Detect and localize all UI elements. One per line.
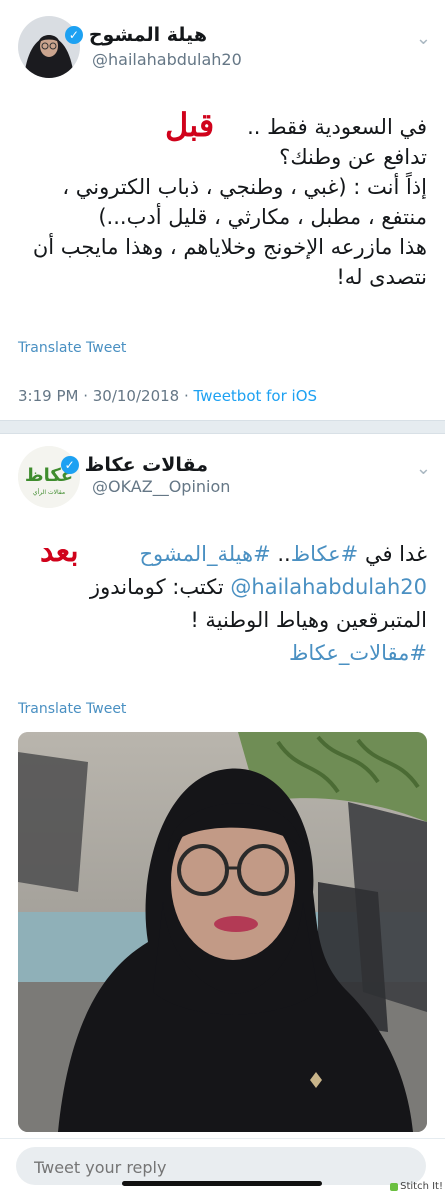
tweet-text: غدا في #عكاظ.. #هيلة_المشوح @hailahabdul… [7, 538, 427, 670]
tweet-line: المتبرقعين وهياط الوطنية ! [190, 608, 427, 632]
verified-badge-icon: ✓ [64, 26, 83, 44]
tweet-timestamp: 3:19 PM · 30/10/2018 · [18, 387, 194, 405]
hashtag-link[interactable]: #مقالات_عكاظ [289, 641, 427, 665]
watermark: Stitch It! [390, 1181, 443, 1192]
mention-link[interactable]: @hailahabdulah20 [230, 575, 427, 599]
tweet-line: إذاً أنت : (غبي ، وطنجي ، ذباب الكتروني … [62, 175, 427, 199]
tweet-meta: 3:19 PM · 30/10/2018 · Tweetbot for iOS [18, 387, 317, 405]
source-app-link[interactable]: Tweetbot for iOS [194, 387, 318, 405]
author-name-line[interactable]: هيلة المشوح ✓ [64, 24, 207, 46]
author-name-line[interactable]: مقالات عكاظ ✓ [60, 454, 208, 476]
tweet-line: تدافع عن وطنك؟ [279, 145, 427, 169]
tweet-line: غدا في #عكاظ.. #هيلة_المشوح [139, 542, 427, 566]
tweet-text: في السعودية فقط .. تدافع عن وطنك؟ إذاً أ… [7, 112, 427, 292]
divider [0, 420, 445, 434]
tweet-media-photo[interactable] [18, 732, 427, 1132]
watermark-label: Stitch It! [400, 1181, 443, 1192]
display-name[interactable]: مقالات عكاظ [85, 454, 208, 476]
tweet-line: @hailahabdulah20 تكتب: كوماندوز [89, 575, 427, 599]
chevron-down-icon[interactable]: ⌄ [416, 458, 431, 479]
tweet-line: هذا مازرعه الإخونج وخلاياهم ، وهذا مايجب… [32, 235, 427, 259]
user-handle[interactable]: @hailahabdulah20 [92, 50, 242, 69]
tweet-line: منتفع ، مطبل ، مكارثي ، قليل أدب...) [98, 205, 427, 229]
tweet-1: هيلة المشوح ✓ @hailahabdulah20 ⌄ قبل في … [0, 0, 445, 420]
display-name[interactable]: هيلة المشوح [89, 24, 207, 46]
verified-badge-icon: ✓ [60, 456, 79, 474]
reply-box[interactable] [16, 1147, 426, 1185]
user-handle[interactable]: @OKAZ__Opinion [92, 477, 230, 496]
reply-input[interactable] [32, 1155, 416, 1179]
reply-bar [0, 1138, 445, 1201]
tweet-line: في السعودية فقط .. [247, 115, 427, 139]
hashtag-link[interactable]: #هيلة_المشوح [139, 542, 270, 566]
tweet-line: نتصدى له! [336, 265, 427, 289]
avatar-logo-subtext: مقالات الرأي [33, 488, 65, 496]
translate-tweet-link[interactable]: Translate Tweet [18, 340, 126, 356]
chevron-down-icon[interactable]: ⌄ [416, 28, 431, 49]
home-indicator[interactable] [122, 1181, 322, 1186]
stitch-it-icon [390, 1182, 399, 1191]
hashtag-link[interactable]: #عكاظ [291, 542, 359, 566]
tweet-line: #مقالات_عكاظ [7, 637, 427, 670]
translate-tweet-link[interactable]: Translate Tweet [18, 701, 126, 717]
